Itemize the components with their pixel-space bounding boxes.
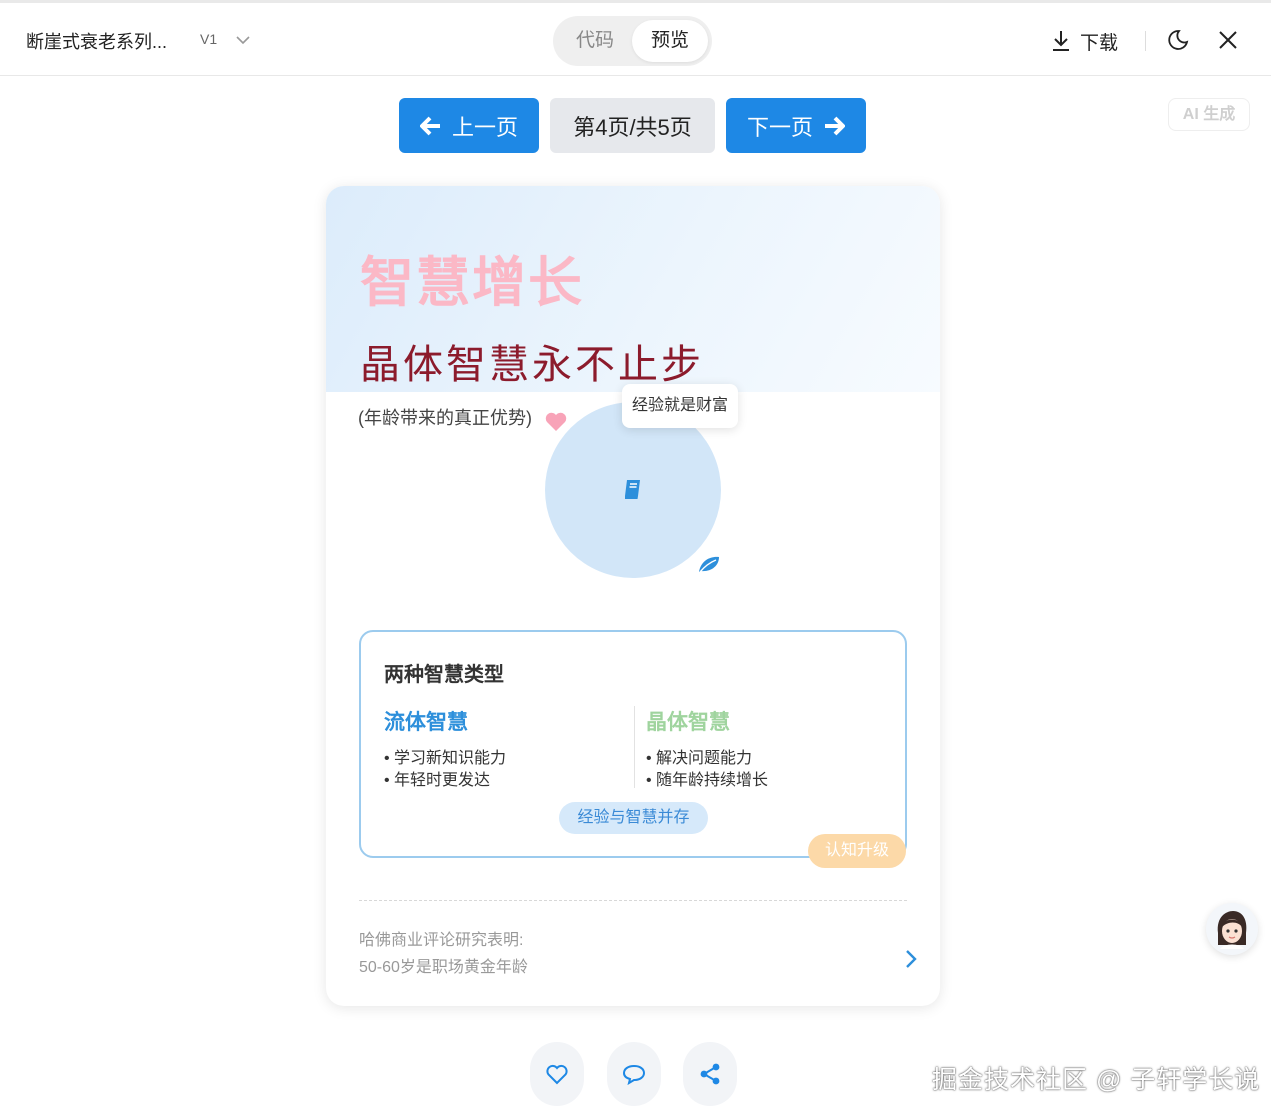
download-label: 下载 [1080, 32, 1119, 54]
arrow-left-icon [419, 116, 440, 135]
moon-icon[interactable] [1166, 28, 1190, 52]
top-bar: 断崖式衰老系列... V1 代码 预览 下载 [0, 0, 1271, 76]
book-icon [625, 480, 640, 499]
comment-button[interactable] [607, 1042, 661, 1106]
panel-title: 两种智慧类型 [384, 664, 504, 686]
coexist-tag: 经验与智慧并存 [559, 802, 708, 834]
leaf-icon [699, 556, 719, 573]
next-page-label: 下一页 [746, 114, 813, 140]
next-page-button[interactable]: 下一页 [726, 98, 866, 153]
list-item: • 学习新知识能力 [384, 750, 507, 767]
list-item: • 解决问题能力 [646, 750, 753, 767]
slide-card: 智慧增长 晶体智慧永不止步 (年龄带来的真正优势) 经验就是财富 两种智慧类型 … [326, 186, 940, 1006]
crystal-wisdom-title: 晶体智慧 [646, 711, 730, 734]
page-indicator: 第4页/共5页 [550, 98, 715, 153]
slide-subtitle: 晶体智慧永不止步 [360, 343, 704, 387]
avatar-icon [1217, 911, 1247, 949]
download-button[interactable]: 下载 [1050, 27, 1118, 55]
heart-outline-icon [546, 1064, 568, 1085]
slide-note: (年龄带来的真正优势) [358, 408, 532, 428]
ai-generated-badge: AI 生成 [1168, 98, 1250, 131]
chevron-right-icon[interactable] [902, 948, 920, 970]
watermark: 掘金技术社区 @ 子轩学长说 [932, 1066, 1261, 1094]
share-button[interactable] [683, 1042, 737, 1106]
view-toggle: 代码 预览 [553, 16, 712, 66]
tooltip: 经验就是财富 [622, 384, 739, 428]
assistant-avatar[interactable] [1206, 903, 1258, 955]
divider [1145, 31, 1146, 51]
upgrade-tag: 认知升级 [808, 834, 906, 868]
source-text: 哈佛商业评论研究表明: [359, 932, 524, 949]
tab-preview[interactable]: 预览 [632, 20, 708, 62]
dashed-divider [359, 900, 907, 901]
arrow-right-icon [825, 116, 845, 135]
like-button[interactable] [530, 1042, 584, 1106]
prev-page-label: 上一页 [451, 114, 518, 140]
share-icon [700, 1063, 720, 1085]
fluid-wisdom-title: 流体智慧 [384, 711, 468, 734]
source-detail: 50-60岁是职场黄金年龄 [359, 959, 528, 976]
list-item: • 随年龄持续增长 [646, 772, 769, 789]
close-icon[interactable] [1217, 29, 1239, 51]
download-icon [1053, 31, 1069, 51]
chevron-down-icon[interactable] [234, 31, 252, 49]
slide-title: 智慧增长 [360, 253, 584, 313]
column-divider [634, 706, 635, 788]
comment-icon [622, 1064, 646, 1085]
version-label[interactable]: V1 [200, 31, 217, 47]
list-item: • 年轻时更发达 [384, 772, 491, 789]
heart-icon [545, 412, 567, 431]
prev-page-button[interactable]: 上一页 [399, 98, 539, 153]
wisdom-types-panel: 两种智慧类型 流体智慧 • 学习新知识能力 • 年轻时更发达 晶体智慧 • 解决… [359, 630, 907, 858]
document-title: 断崖式衰老系列... [26, 32, 168, 52]
tab-code[interactable]: 代码 [557, 20, 633, 62]
